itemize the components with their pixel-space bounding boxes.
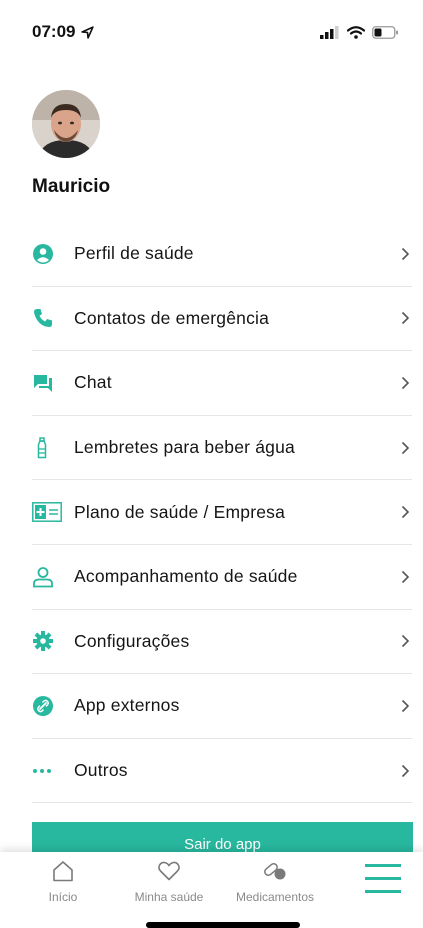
wifi-icon bbox=[347, 25, 365, 39]
tab-inicio[interactable]: Início bbox=[8, 860, 118, 904]
tab-menu[interactable] bbox=[328, 864, 423, 902]
menu-item-label: Lembretes para beber água bbox=[74, 437, 295, 458]
menu-item-label: Configurações bbox=[74, 630, 190, 651]
gear-icon bbox=[33, 631, 53, 652]
menu-icon bbox=[365, 864, 401, 893]
chevron-right-icon bbox=[401, 699, 410, 713]
chevron-right-icon bbox=[401, 506, 410, 519]
avatar-photo-icon bbox=[32, 90, 100, 158]
health-card-icon bbox=[32, 502, 62, 523]
person-outline-icon bbox=[33, 566, 53, 588]
menu-item-label: Chat bbox=[74, 372, 112, 393]
status-icons bbox=[320, 25, 399, 39]
chevron-right-icon bbox=[401, 376, 410, 390]
chevron-right-icon bbox=[401, 764, 410, 777]
bottom-tab-bar: Início Minha saúde Medicamentos bbox=[0, 852, 423, 928]
chevron-right-icon bbox=[401, 247, 410, 260]
menu-item-label: Perfil de saúde bbox=[74, 243, 194, 264]
status-time-text: 07:09 bbox=[32, 22, 76, 41]
menu-item-contatos-de-emergencia[interactable]: Contatos de emergência bbox=[32, 287, 412, 352]
menu-item-label: Contatos de emergência bbox=[74, 307, 270, 328]
tab-medicamentos[interactable]: Medicamentos bbox=[220, 860, 330, 904]
water-bottle-icon bbox=[37, 436, 47, 458]
chevron-right-icon bbox=[401, 312, 410, 325]
more-dots-icon bbox=[33, 768, 51, 773]
status-bar: 07:09 bbox=[0, 0, 423, 64]
avatar[interactable] bbox=[32, 90, 100, 158]
menu-item-label: Outros bbox=[74, 760, 128, 781]
menu-item-outros[interactable]: Outros bbox=[32, 739, 412, 804]
phone-icon bbox=[34, 309, 52, 328]
menu-item-chat[interactable]: Chat bbox=[32, 351, 412, 416]
menu-item-acompanhamento[interactable]: Acompanhamento de saúde bbox=[32, 545, 412, 610]
location-arrow-icon bbox=[81, 25, 95, 39]
pill-icon bbox=[264, 863, 286, 880]
home-icon bbox=[53, 861, 73, 882]
tab-label: Medicamentos bbox=[235, 890, 315, 904]
signal-icon bbox=[320, 25, 339, 39]
battery-icon bbox=[372, 25, 398, 39]
person-circle-icon bbox=[33, 243, 53, 264]
tab-label: Início bbox=[48, 890, 78, 904]
heart-icon bbox=[158, 861, 180, 881]
menu-item-configuracoes[interactable]: Configurações bbox=[32, 610, 412, 675]
menu-item-label: Acompanhamento de saúde bbox=[74, 566, 298, 587]
status-time: 07:09 bbox=[32, 22, 95, 42]
profile-menu: Perfil de saúde Contatos de emergência C… bbox=[32, 222, 412, 804]
chevron-right-icon bbox=[401, 635, 410, 648]
tab-minha-saude[interactable]: Minha saúde bbox=[114, 860, 224, 904]
user-name: Mauricio bbox=[32, 176, 111, 197]
tab-label: Minha saúde bbox=[134, 890, 204, 904]
menu-item-app-externos[interactable]: App externos bbox=[32, 674, 412, 739]
menu-item-label: App externos bbox=[74, 695, 180, 716]
link-icon bbox=[33, 695, 53, 716]
home-indicator bbox=[146, 922, 300, 928]
chevron-right-icon bbox=[401, 441, 410, 454]
menu-item-plano-de-saude[interactable]: Plano de saúde / Empresa bbox=[32, 480, 412, 545]
chevron-right-icon bbox=[401, 570, 410, 583]
menu-item-perfil-de-saude[interactable]: Perfil de saúde bbox=[32, 222, 412, 287]
chat-icon bbox=[34, 374, 52, 392]
menu-item-lembretes-agua[interactable]: Lembretes para beber água bbox=[32, 416, 412, 481]
menu-item-label: Plano de saúde / Empresa bbox=[74, 501, 286, 522]
